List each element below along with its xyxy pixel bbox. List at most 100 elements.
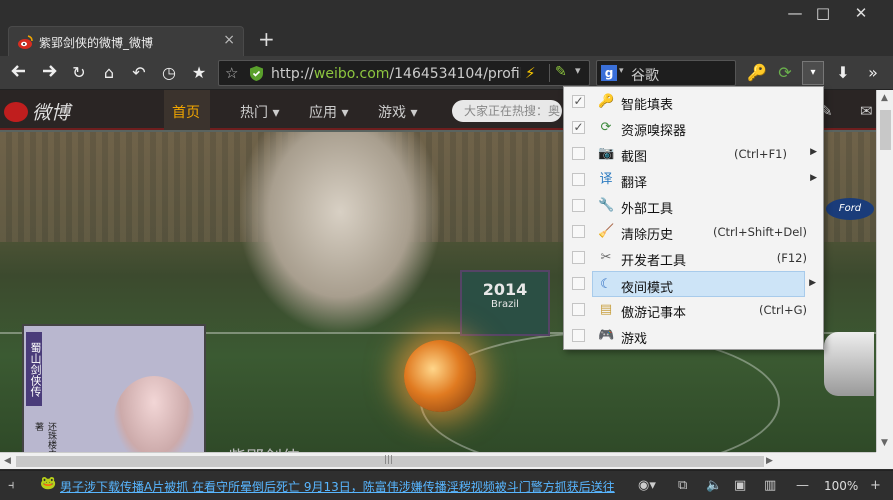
menu-item[interactable]: 🎮 游戏 [564,323,823,349]
scroll-up-icon[interactable]: ▲ [881,93,888,103]
address-dropdown-icon[interactable]: ▾ [575,64,581,77]
security-shield-icon [250,66,263,81]
speed-dial-icon[interactable]: ◉▾ [638,478,656,493]
history-button[interactable]: ◷ [158,62,180,84]
menu-item-icon: ▤ [599,302,613,317]
submenu-arrow-icon: ▶ [810,173,817,183]
new-tab-button[interactable]: + [258,27,275,51]
menu-checkbox-cell [564,271,592,297]
nav-games[interactable]: 游戏 ▾ [378,102,417,122]
google-engine-icon[interactable]: g [601,65,617,81]
bookmark-star-icon[interactable]: ☆ [225,64,238,82]
back-button[interactable] [8,62,30,84]
menu-item-shortcut: (Ctrl+Shift+Del) [713,225,807,239]
zoom-out-icon[interactable]: — [796,478,809,493]
news-ticker-link[interactable]: 男子涉下载传播A片被抓 在看守所晕倒后死亡 9月13日，陈富伟涉嫌传播淫秽视频被… [60,478,615,495]
menu-item[interactable]: ▤ 傲游记事本 (Ctrl+G) [564,297,823,323]
menu-item-label: 清除历史 [621,228,674,243]
plugin-icon[interactable]: ✎ [555,64,567,80]
menu-item[interactable]: ⟳ 资源嗅探器 [564,115,823,141]
menu-item-icon: 🧹 [598,224,615,239]
back-arrow-icon [11,65,25,77]
scroll-left-icon[interactable]: ◀ [4,456,11,466]
menu-item-icon: 🔧 [598,198,615,213]
nav-apps[interactable]: 应用 ▾ [309,102,348,122]
menu-item-label: 资源嗅探器 [621,124,687,139]
menu-item[interactable]: 译翻译 ▶ [564,167,823,193]
sidebar-toggle-icon[interactable]: ⫞ [8,478,15,493]
avatar[interactable]: 蜀山剑侠传 还珠楼主 著 [22,324,206,452]
more-menu-icon[interactable]: » [862,62,884,84]
menu-item-shortcut: (Ctrl+F1) [733,147,787,161]
board-subtitle: Brazil [491,299,519,310]
address-divider [549,64,550,82]
nav-home[interactable]: 首页 [172,102,200,122]
favorites-button[interactable]: ★ [188,62,210,84]
title-bar: — □ ✕ 紫郢剑侠的微博_微博 × + [0,0,893,56]
navigation-toolbar: ↻ ⌂ ↶ ◷ ★ ☆ http://weibo.com/1464534104/… [0,56,893,90]
menu-item-icon: ✂ [600,250,612,265]
maximize-button[interactable]: □ [806,2,840,24]
status-bar: ⫞ 🐸 男子涉下载传播A片被抓 在看守所晕倒后死亡 9月13日，陈富伟涉嫌传播淫… [0,470,893,500]
mail-icon[interactable]: ✉ [860,102,873,120]
menu-item-shortcut: (F12) [776,251,807,265]
forward-arrow-icon [43,65,57,77]
unchecked-checkbox-icon[interactable] [572,277,585,290]
vertical-scroll-thumb[interactable] [880,110,891,150]
menu-item[interactable]: ☾ 夜间模式 ▶ [592,271,816,297]
scroll-grip-icon: ||| [384,455,394,465]
submenu-arrow-icon: ▶ [809,278,816,288]
menu-item[interactable]: 📷 截图 (Ctrl+F1) ▶ [564,141,823,167]
speed-mode-icon[interactable]: ⚡ [525,64,536,82]
weibo-logo[interactable]: 微博 [4,98,70,125]
menu-item-icon: ☾ [600,277,612,292]
center-circle [420,332,780,452]
horizontal-scrollbar[interactable]: ◀ ||| ▶ [0,452,876,469]
tab-title: 紫郢剑侠的微博_微博 [39,36,154,50]
reload-button[interactable]: ↻ [68,62,90,84]
menu-item[interactable]: 🧹 清除历史 (Ctrl+Shift+Del) [564,219,823,245]
url-text[interactable]: http://weibo.com/1464534104/profile [271,66,521,82]
book-author: 还珠楼主 著 [33,422,56,452]
browser-tab[interactable]: 紫郢剑侠的微博_微博 × [8,26,244,56]
popup-icon[interactable]: ▣ [734,478,746,493]
resource-sniffer-icon[interactable]: ⟳ [774,62,796,84]
menu-item-icon: 📷 [598,146,615,161]
close-window-button[interactable]: ✕ [844,2,878,24]
menu-item-label: 开发者工具 [621,254,687,269]
engine-dropdown-icon[interactable]: ▾ [619,66,624,76]
soccer-ball [404,340,476,412]
undo-close-button[interactable]: ↶ [128,62,150,84]
menu-item[interactable]: 🔧 外部工具 [564,193,823,219]
menu-item-icon: ⟳ [600,120,612,135]
split-view-icon[interactable]: ▥ [764,478,776,493]
tools-menu-button[interactable]: ▾ [802,61,824,85]
scrollbar-corner [876,452,893,469]
book-title: 蜀山剑侠传 [26,332,42,406]
smart-fill-key-icon[interactable]: 🔑 [746,62,768,84]
nav-hot[interactable]: 热门 ▾ [240,102,279,122]
screenshot-status-icon[interactable]: ⧉ [678,478,687,493]
scroll-down-icon[interactable]: ▼ [881,438,888,448]
menu-item-shortcut: (Ctrl+G) [759,303,807,317]
menu-item[interactable]: 🔑 智能填表 [564,89,823,115]
menu-item-label: 夜间模式 [621,281,674,296]
search-box[interactable]: g ▾ 谷歌 [596,60,736,86]
vertical-scrollbar[interactable]: ▲ ▼ [876,90,893,452]
zoom-level[interactable]: 100% [824,479,858,493]
zoom-in-icon[interactable]: + [870,478,881,493]
scroll-right-icon[interactable]: ▶ [766,456,773,466]
address-bar[interactable]: ☆ http://weibo.com/1464534104/profile ⚡ … [218,60,590,86]
weibo-search-input[interactable]: 大家正在热搜：奥 [452,100,562,122]
forward-button[interactable] [38,62,60,84]
volume-icon[interactable]: 🔈 [706,478,722,493]
home-button[interactable]: ⌂ [98,62,120,84]
download-icon[interactable]: ⬇ [832,62,854,84]
menu-item[interactable]: ✂ 开发者工具 (F12) [564,245,823,271]
soccer-player-figure [240,132,440,332]
menu-item-label: 游戏 [621,332,648,347]
board-year: 2014 [482,280,528,299]
weibo-logo-text: 微博 [32,102,71,124]
tab-close-icon[interactable]: × [223,32,235,48]
url-domain: weibo.com [313,66,390,82]
